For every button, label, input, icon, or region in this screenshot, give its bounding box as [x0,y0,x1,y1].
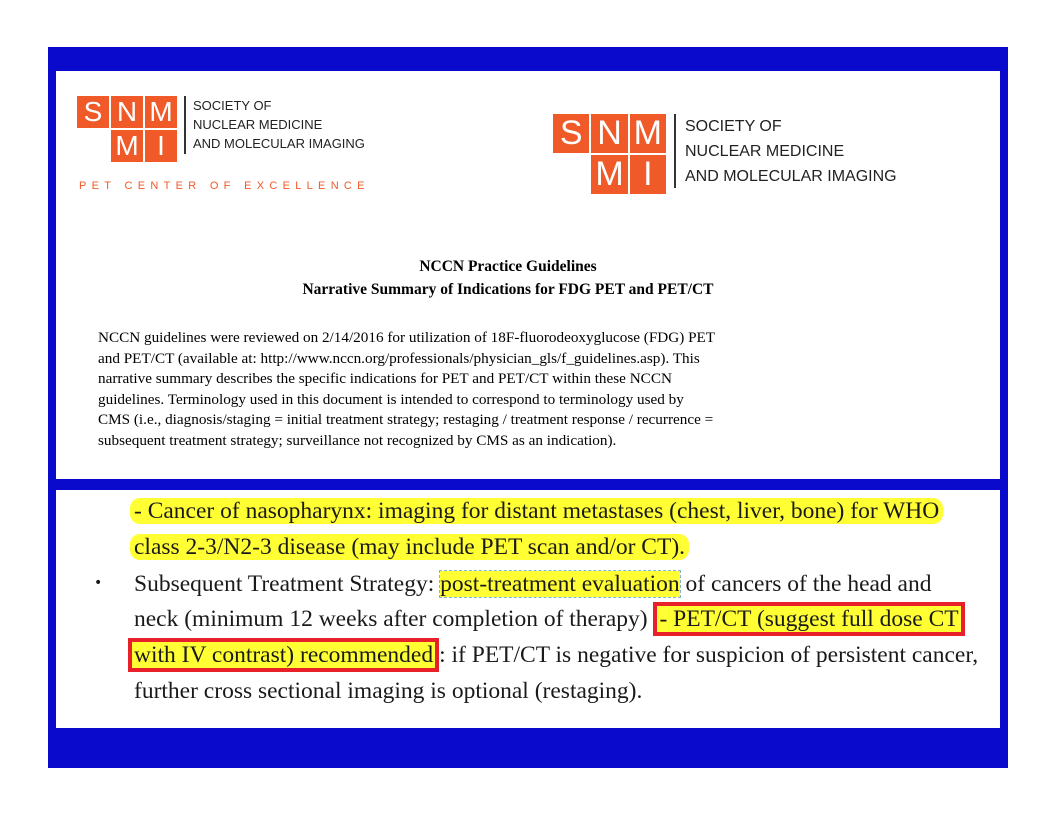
excerpt-line-5: with IV contrast) recommended: if PET/CT… [128,638,979,672]
logo-letter: S [77,96,109,128]
logo-wordmark: SOCIETY OF NUCLEAR MEDICINE AND MOLECULA… [674,114,897,188]
paragraph-line: CMS (i.e., diagnosis/staging = initial t… [98,411,714,428]
logo-letter: I [629,155,666,194]
excerpt-line-1: - Cancer of nasopharynx: imaging for dis… [130,495,944,527]
paragraph-line: and PET/CT (available at: http://www.ncc… [98,349,700,367]
logo-spacer [77,130,109,162]
document-subtitle: Narrative Summary of Indications for FDG… [302,281,714,298]
paragraph-line: guidelines. Terminology used in this doc… [98,390,684,408]
intro-paragraph: NCCN guidelines were reviewed on 2/14/20… [98,328,928,451]
red-box-recommended: with IV contrast) recommended [128,638,440,672]
logo-letter: S [553,114,590,153]
excerpt-line-4: neck (minimum 12 weeks after completion … [134,602,965,636]
logo-letter: M [629,114,666,153]
logo-letter: M [591,155,628,194]
logo-line: AND MOLECULAR IMAGING [193,136,365,151]
paragraph-line: NCCN guidelines were reviewed on 2/14/20… [98,329,716,346]
document-title: NCCN Practice Guidelines [419,258,597,275]
highlight-nasopharynx: - Cancer of nasopharynx: imaging for dis… [130,498,944,524]
logo-line: AND MOLECULAR IMAGING [685,168,897,185]
paragraph-line: narrative summary describes the specific… [98,370,672,387]
snmmi-letter-grid: S N M M I [77,96,177,162]
red-box-pet-ct: - PET/CT (suggest full dose CT [653,602,965,636]
excerpt-line-6: further cross sectional imaging is optio… [134,675,642,707]
logo-line: NUCLEAR MEDICINE [685,143,845,160]
logo-letter: N [591,114,628,153]
bullet-icon: • [94,575,103,591]
logo-line: SOCIETY OF [193,98,272,113]
logo-tagline: PET CENTER OF EXCELLENCE [79,180,370,192]
excerpt-text: : if PET/CT is negative for suspicion of… [439,642,979,668]
logo-spacer [553,155,589,194]
highlight-nasopharynx-cont: class 2-3/N2-3 disease (may include PET … [130,534,690,560]
snmmi-logo-small: S N M M I SOCIETY OF NUCLEAR MEDICINE AN… [77,96,365,162]
logo-letter: M [111,130,143,162]
excerpt-text: Subsequent Treatment Strategy: [134,571,441,597]
logo-letter: I [145,130,177,162]
highlight-post-treatment: post-treatment evaluation [439,570,681,598]
logo-wordmark: SOCIETY OF NUCLEAR MEDICINE AND MOLECULA… [184,96,365,154]
logo-letter: N [111,96,143,128]
excerpt-text: neck (minimum 12 weeks after completion … [134,606,654,632]
logo-line: SOCIETY OF [685,118,782,135]
snmmi-logo-large: S N M M I SOCIETY OF NUCLEAR MEDICINE AN… [553,114,897,194]
logo-letter: M [145,96,177,128]
logo-line: NUCLEAR MEDICINE [193,117,323,132]
excerpt-line-2: class 2-3/N2-3 disease (may include PET … [130,531,690,563]
excerpt-text: further cross sectional imaging is optio… [134,678,643,704]
paragraph-line: subsequent treatment strategy; surveilla… [98,431,617,449]
excerpt-line-3: Subsequent Treatment Strategy: post-trea… [134,568,932,600]
snmmi-letter-grid: S N M M I [553,114,666,194]
excerpt-text: of cancers of the head and [679,571,932,597]
